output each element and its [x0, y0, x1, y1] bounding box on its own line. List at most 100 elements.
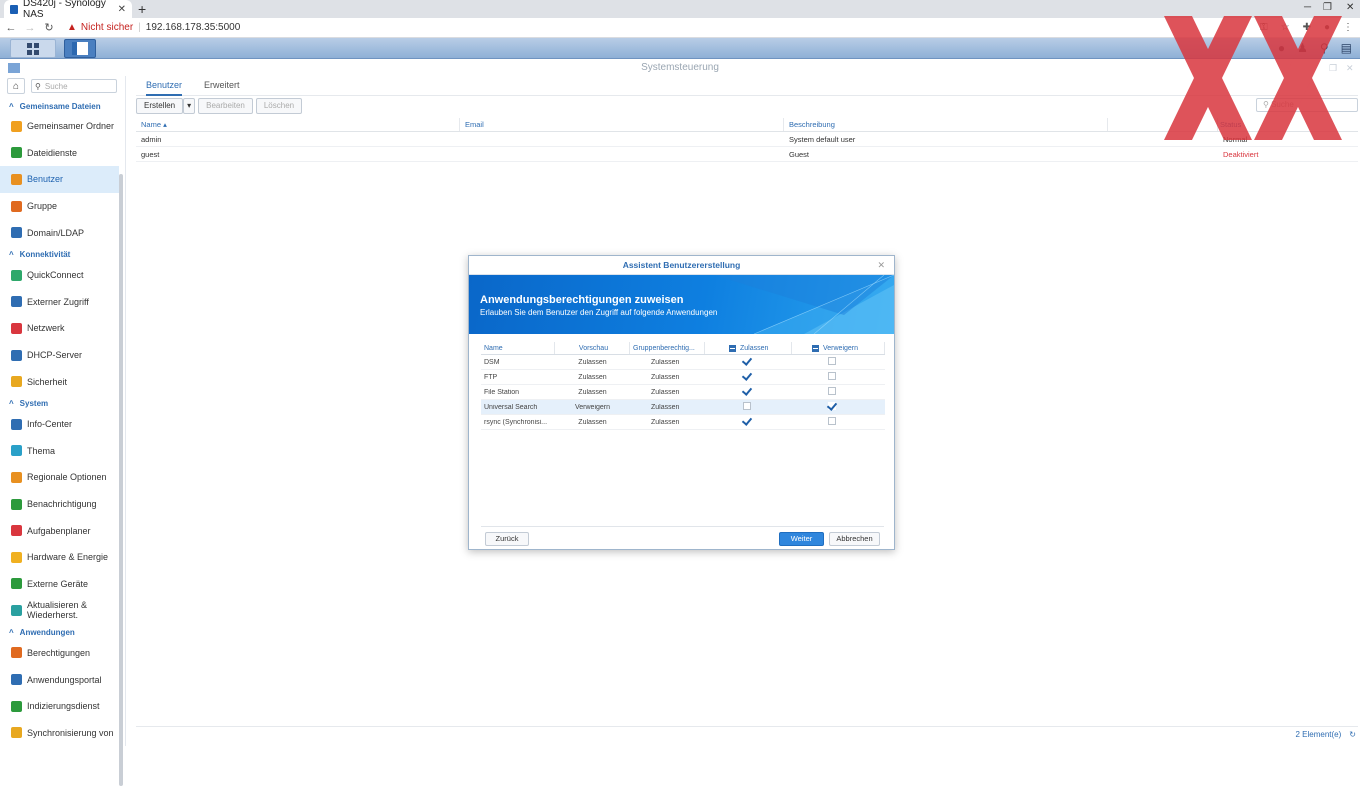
- col-name[interactable]: Name: [481, 342, 555, 354]
- column-email[interactable]: Email: [460, 118, 784, 131]
- home-button[interactable]: ⌂: [7, 78, 25, 94]
- sidebar-item-berechtigungen[interactable]: Berechtigungen: [0, 640, 119, 667]
- allow-checkbox[interactable]: [743, 387, 751, 395]
- search-icon[interactable]: ⚲: [1320, 41, 1329, 55]
- minimize-icon[interactable]: ─: [1304, 2, 1311, 13]
- browser-tab[interactable]: DS420j - Synology NAS ✕: [4, 0, 132, 20]
- back-icon[interactable]: ←: [3, 22, 19, 34]
- notification-icon[interactable]: ●: [1278, 41, 1285, 55]
- user-menu-icon[interactable]: ♟: [1297, 41, 1308, 55]
- sidebar-item-thema[interactable]: Thema: [0, 438, 119, 465]
- deny-checkbox[interactable]: [828, 357, 836, 365]
- deny-checkbox[interactable]: [828, 387, 836, 395]
- create-button[interactable]: Erstellen: [136, 98, 184, 114]
- sidebar-item-externe-geräte[interactable]: Externe Geräte: [0, 571, 119, 598]
- allow-checkbox[interactable]: [743, 357, 751, 365]
- bookmark-star-icon[interactable]: ☆: [1281, 22, 1290, 33]
- edit-button[interactable]: Bearbeiten: [198, 98, 253, 114]
- permission-row[interactable]: Universal Search Verweigern Zulassen: [481, 400, 885, 415]
- deny-checkbox[interactable]: [828, 372, 836, 380]
- key-icon[interactable]: ⚿: [1260, 22, 1268, 33]
- permission-row[interactable]: rsync (Synchronisi... Zulassen Zulassen: [481, 415, 885, 430]
- sidebar-item-aktualisieren-wiederherst[interactable]: Aktualisieren & Wiederherst.: [0, 597, 119, 624]
- user-name: guest: [141, 150, 160, 159]
- create-dropdown-icon[interactable]: ▾: [183, 98, 196, 114]
- close-window-icon[interactable]: ✕: [1346, 2, 1354, 13]
- col-preview[interactable]: Vorschau: [555, 342, 630, 354]
- sidebar: ⌂ ⚲ Suche ^ Gemeinsame Dateien Gemeinsamer…: [0, 76, 126, 786]
- sidebar-item-sicherheit[interactable]: Sicherheit: [0, 368, 119, 395]
- tab-erweitert[interactable]: Erweitert: [204, 76, 240, 96]
- extension-icon[interactable]: ✚: [1303, 22, 1311, 33]
- user-name: admin: [141, 135, 162, 144]
- allow-checkbox[interactable]: [743, 372, 751, 380]
- sidebar-item-netzwerk[interactable]: Netzwerk: [0, 315, 119, 342]
- sidebar-item-benutzer[interactable]: Benutzer: [0, 166, 119, 193]
- col-allow[interactable]: Zulassen: [705, 342, 792, 354]
- deny-checkbox[interactable]: [828, 417, 836, 425]
- widgets-icon[interactable]: ▤: [1341, 41, 1352, 55]
- column-description[interactable]: Beschreibung: [784, 118, 1108, 131]
- permission-row[interactable]: File Station Zulassen Zulassen: [481, 385, 885, 400]
- profile-icon[interactable]: ●: [1324, 22, 1330, 33]
- permission-row[interactable]: FTP Zulassen Zulassen: [481, 370, 885, 385]
- table-row[interactable]: guest Guest Deaktiviert: [136, 147, 1358, 162]
- table-row[interactable]: admin System default user Normal: [136, 132, 1358, 147]
- new-tab-icon[interactable]: +: [138, 1, 146, 17]
- sidebar-item-domain-ldap[interactable]: Domain/LDAP: [0, 219, 119, 246]
- forward-icon[interactable]: →: [22, 22, 38, 34]
- sidebar-section-header[interactable]: ^ Gemeinsame Dateien: [0, 99, 125, 113]
- cancel-button[interactable]: Abbrechen: [829, 532, 880, 546]
- file-services-icon: [11, 147, 22, 159]
- sidebar-section-header[interactable]: ^ Konnektivität: [0, 248, 125, 262]
- window-close-icon[interactable]: ✕: [1346, 63, 1354, 74]
- deny-checkbox[interactable]: [828, 402, 836, 410]
- col-group-permission[interactable]: Gruppenberechtig...: [630, 342, 705, 354]
- permission-row[interactable]: DSM Zulassen Zulassen: [481, 355, 885, 370]
- sidebar-item-anwendungsportal[interactable]: Anwendungsportal: [0, 666, 119, 693]
- sidebar-item-indizierungsdienst[interactable]: Indizierungsdienst: [0, 693, 119, 720]
- sidebar-item-label: Thema: [27, 445, 56, 456]
- column-name[interactable]: Name ▴: [136, 118, 460, 131]
- column-blank[interactable]: [1108, 118, 1218, 131]
- sidebar-item-info-center[interactable]: Info-Center: [0, 411, 119, 438]
- delete-button[interactable]: Löschen: [255, 98, 303, 114]
- sidebar-item-dhcp-server[interactable]: DHCP-Server: [0, 342, 119, 369]
- allow-checkbox[interactable]: [743, 417, 751, 425]
- user-filter-input[interactable]: ⚲ Suche: [1256, 98, 1358, 112]
- sidebar-item-quickconnect[interactable]: QuickConnect: [0, 262, 119, 289]
- sidebar-item-hardware-energie[interactable]: Hardware & Energie: [0, 544, 119, 571]
- allow-checkbox[interactable]: [743, 402, 751, 410]
- sidebar-item-synchronisierung-von[interactable]: Synchronisierung von: [0, 719, 119, 746]
- sidebar-section-header[interactable]: ^ System: [0, 397, 125, 411]
- sidebar-item-label: Info-Center: [27, 419, 73, 430]
- maximize-icon[interactable]: ❐: [1323, 2, 1332, 13]
- col-deny[interactable]: Verweigern: [792, 342, 885, 354]
- close-tab-icon[interactable]: ✕: [118, 4, 126, 15]
- reload-icon[interactable]: ↻: [41, 21, 57, 34]
- sidebar-item-dateidienste[interactable]: Dateidienste: [0, 140, 119, 167]
- sidebar-section-header[interactable]: ^ Anwendungen: [0, 626, 125, 640]
- control-panel-taskbar-button[interactable]: [64, 39, 96, 58]
- sidebar-item-aufgabenplaner[interactable]: Aufgabenplaner: [0, 517, 119, 544]
- refresh-icon[interactable]: ↻: [1349, 730, 1356, 739]
- browser-menu-icon[interactable]: ⋮: [1343, 22, 1353, 33]
- dialog-close-icon[interactable]: ✕: [877, 256, 885, 275]
- main-menu-button[interactable]: [10, 39, 56, 58]
- back-button[interactable]: Zurück: [485, 532, 529, 546]
- sidebar-item-regionale-optionen[interactable]: Regionale Optionen: [0, 464, 119, 491]
- url-field[interactable]: ▲ Nicht sicher | 192.168.178.35:5000: [67, 22, 240, 33]
- sidebar-scrollbar[interactable]: [119, 174, 123, 786]
- tab-benutzer[interactable]: Benutzer: [146, 76, 183, 96]
- sidebar-item-gemeinsamer-ordner[interactable]: Gemeinsamer Ordner: [0, 113, 119, 140]
- sidebar-item-gruppe[interactable]: Gruppe: [0, 193, 119, 220]
- sidebar-item-externer-zugriff[interactable]: Externer Zugriff: [0, 289, 119, 316]
- window-maximize-icon[interactable]: ❐: [1329, 63, 1337, 74]
- next-button[interactable]: Weiter: [779, 532, 824, 546]
- allow-all-checkbox[interactable]: [729, 344, 736, 352]
- group-permission-value: Zulassen: [651, 388, 680, 396]
- sidebar-item-benachrichtigung[interactable]: Benachrichtigung: [0, 491, 119, 518]
- column-status[interactable]: Status: [1218, 118, 1358, 131]
- deny-all-checkbox[interactable]: [812, 344, 819, 352]
- sidebar-search-input[interactable]: ⚲ Suche: [31, 79, 117, 93]
